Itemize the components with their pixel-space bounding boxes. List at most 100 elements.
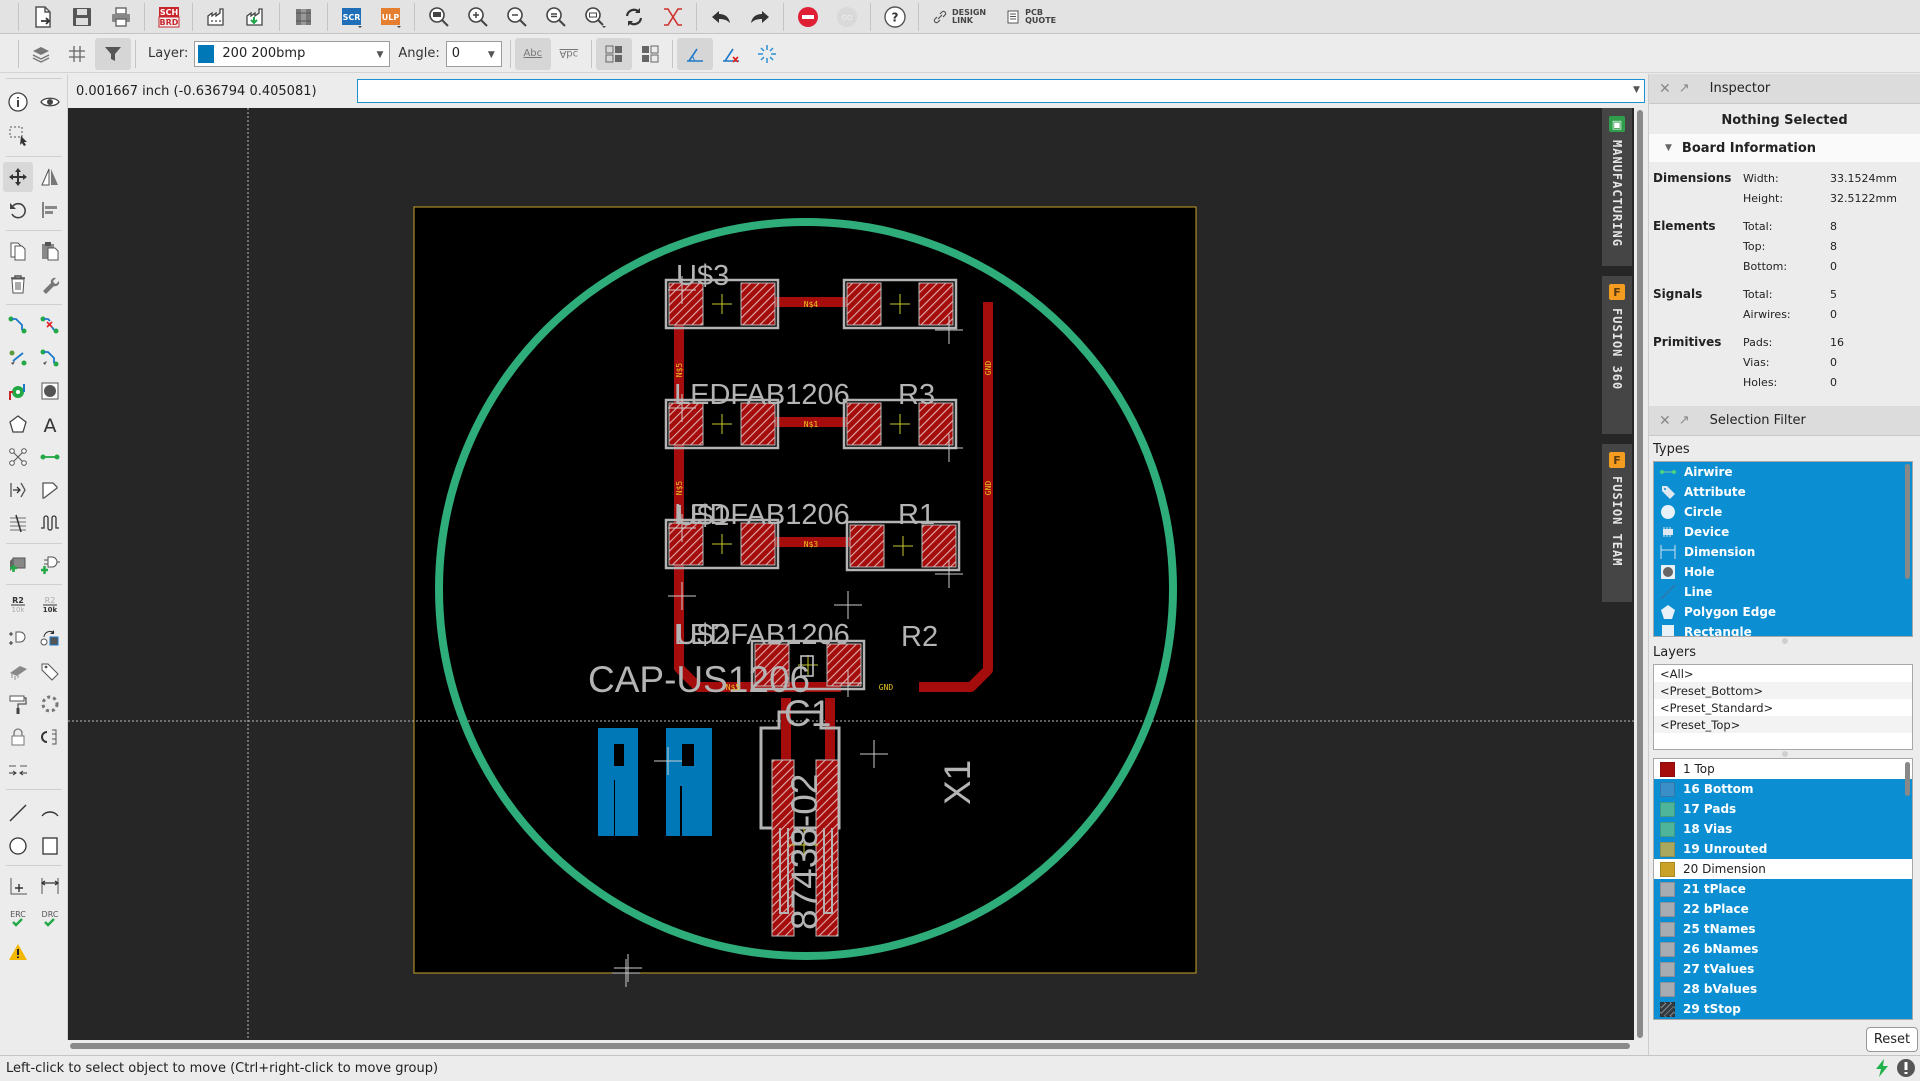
align-grid-alt-button[interactable]: [632, 38, 668, 70]
script-button[interactable]: SCR: [332, 2, 371, 32]
library-button[interactable]: [284, 2, 323, 32]
save-button[interactable]: [62, 2, 101, 32]
zoom-fit-button[interactable]: [419, 2, 458, 32]
reset-button[interactable]: Reset: [1866, 1027, 1918, 1052]
text-normal-button[interactable]: Abc: [514, 37, 551, 70]
angle-snap-button[interactable]: [676, 37, 713, 70]
type-filter-item[interactable]: Circle: [1654, 502, 1912, 522]
angle-select[interactable]: 0 ▼: [445, 40, 502, 67]
layer-filter-item[interactable]: 19 Unrouted: [1654, 839, 1912, 859]
board-drawing[interactable]: U$3LEDFAB1206 R3U$1LEDFAB1206 R1U$2LEDFAB1…: [68, 108, 1634, 1040]
text-mirror-button[interactable]: Abc: [551, 38, 587, 70]
attribute-tool[interactable]: [3, 475, 33, 505]
canvas-horizontal-scrollbar[interactable]: [68, 1042, 1634, 1050]
meander-tool[interactable]: [35, 508, 65, 538]
layer-filter-item[interactable]: 26 bNames: [1654, 939, 1912, 959]
copy-tool[interactable]: [3, 236, 33, 266]
splitter-handle[interactable]: [1649, 750, 1920, 758]
layer-filter-item[interactable]: 18 Vias: [1654, 819, 1912, 839]
gate-swap-tool[interactable]: [3, 623, 33, 653]
layer-preset-item[interactable]: <Preset_Bottom>: [1654, 682, 1912, 699]
alert-icon[interactable]: [1896, 1058, 1916, 1081]
layer-filter-item[interactable]: 27 tValues: [1654, 959, 1912, 979]
undo-button[interactable]: [701, 2, 740, 32]
drc-button[interactable]: DRC: [35, 904, 65, 934]
hole-tool[interactable]: [35, 376, 65, 406]
print-button[interactable]: [101, 2, 140, 32]
layer-filter-item[interactable]: 21 tPlace: [1654, 879, 1912, 899]
manufacturing-tab[interactable]: ▣ MANUFACTURING: [1602, 108, 1632, 266]
design-link-button[interactable]: DESIGN LINK: [923, 2, 996, 32]
errors-button[interactable]: [3, 937, 33, 967]
layer-settings-button[interactable]: [23, 38, 59, 70]
layer-filter-item[interactable]: 1 Top: [1654, 759, 1912, 779]
ripup-tool[interactable]: [35, 310, 65, 340]
type-filter-item[interactable]: Polygon Edge: [1654, 602, 1912, 622]
type-filter-item[interactable]: Airwire: [1654, 462, 1912, 482]
miter-button[interactable]: [749, 38, 785, 70]
zoom-redraw-button[interactable]: [536, 2, 575, 32]
type-filter-item[interactable]: Rectangle: [1654, 622, 1912, 636]
lightning-icon[interactable]: [1872, 1058, 1892, 1081]
line-tool[interactable]: [3, 798, 33, 828]
layer-filter-item[interactable]: 29 tStop: [1654, 999, 1912, 1019]
canvas-vertical-scrollbar[interactable]: [1636, 108, 1644, 1040]
selection-filter-button[interactable]: [95, 37, 131, 70]
miter-tool[interactable]: [35, 475, 65, 505]
zoom-in-button[interactable]: [458, 2, 497, 32]
mark-tool[interactable]: [3, 871, 33, 901]
align-grid-button[interactable]: [595, 37, 632, 70]
join-tool[interactable]: [3, 755, 33, 785]
layer-preset-item[interactable]: <Preset_Top>: [1654, 716, 1912, 733]
signal-tool[interactable]: [3, 442, 33, 472]
command-history-dropdown-icon[interactable]: ▼: [1633, 85, 1640, 95]
open-button[interactable]: [23, 2, 62, 32]
splitter-handle[interactable]: [1649, 637, 1920, 645]
dimension-tool[interactable]: [35, 871, 65, 901]
types-scrollbar[interactable]: [1905, 464, 1910, 579]
type-filter-item[interactable]: Dimension: [1654, 542, 1912, 562]
layer-preset-item[interactable]: <All>: [1654, 665, 1912, 682]
layer-filter-item[interactable]: 20 Dimension: [1654, 859, 1912, 879]
show-tool[interactable]: [35, 87, 65, 117]
layer-filter-item[interactable]: 28 bValues: [1654, 979, 1912, 999]
type-filter-item[interactable]: Attribute: [1654, 482, 1912, 502]
sch-brd-switch-button[interactable]: SCH BRD: [149, 2, 188, 32]
replace-tool[interactable]: [35, 549, 65, 579]
layer-filter-item[interactable]: 22 bPlace: [1654, 899, 1912, 919]
info-tool[interactable]: [3, 87, 33, 117]
go-button[interactable]: GO: [827, 2, 866, 32]
close-icon[interactable]: ✕: [1659, 413, 1671, 429]
erc-button[interactable]: ERC: [3, 904, 33, 934]
angle-snap-off-button[interactable]: [713, 38, 749, 70]
rotate-tool[interactable]: [3, 195, 33, 225]
fusion360-tab[interactable]: F FUSION 360: [1602, 276, 1632, 434]
rectangle-tool[interactable]: [35, 831, 65, 861]
ratsnest-tool[interactable]: [35, 689, 65, 719]
layer-filter-item[interactable]: 17 Pads: [1654, 799, 1912, 819]
move-tool[interactable]: [3, 162, 33, 192]
type-filter-item[interactable]: Hole: [1654, 562, 1912, 582]
command-input[interactable]: [357, 79, 1645, 103]
package-tool[interactable]: [3, 656, 33, 686]
change-tool[interactable]: [35, 269, 65, 299]
fanout-tool[interactable]: [3, 343, 33, 373]
attribute-tag-tool[interactable]: [35, 656, 65, 686]
undock-icon[interactable]: ↗: [1679, 413, 1690, 428]
layers-list[interactable]: 1 Top 16 Bottom 17 Pads 18 Vias 19 Unrouted 2…: [1653, 758, 1913, 1020]
ratsnest-button[interactable]: [653, 2, 692, 32]
layer-select[interactable]: 200 200bmp ▼: [194, 40, 391, 67]
name-tool[interactable]: R2 10k: [3, 590, 33, 620]
smash-tool[interactable]: [3, 689, 33, 719]
zoom-select-button[interactable]: [575, 2, 614, 32]
fusion-team-tab[interactable]: F FUSION TEAM: [1602, 444, 1632, 602]
lock-tool[interactable]: [3, 722, 33, 752]
close-icon[interactable]: ✕: [1659, 81, 1671, 97]
delete-tool[interactable]: [3, 269, 33, 299]
layer-preset-item[interactable]: <Preset_Standard>: [1654, 699, 1912, 716]
redo-button[interactable]: [740, 2, 779, 32]
ulp-button[interactable]: ULP: [371, 2, 410, 32]
redraw-button[interactable]: [614, 2, 653, 32]
split-tool[interactable]: [3, 508, 33, 538]
scrollbar-thumb[interactable]: [1637, 110, 1643, 1038]
